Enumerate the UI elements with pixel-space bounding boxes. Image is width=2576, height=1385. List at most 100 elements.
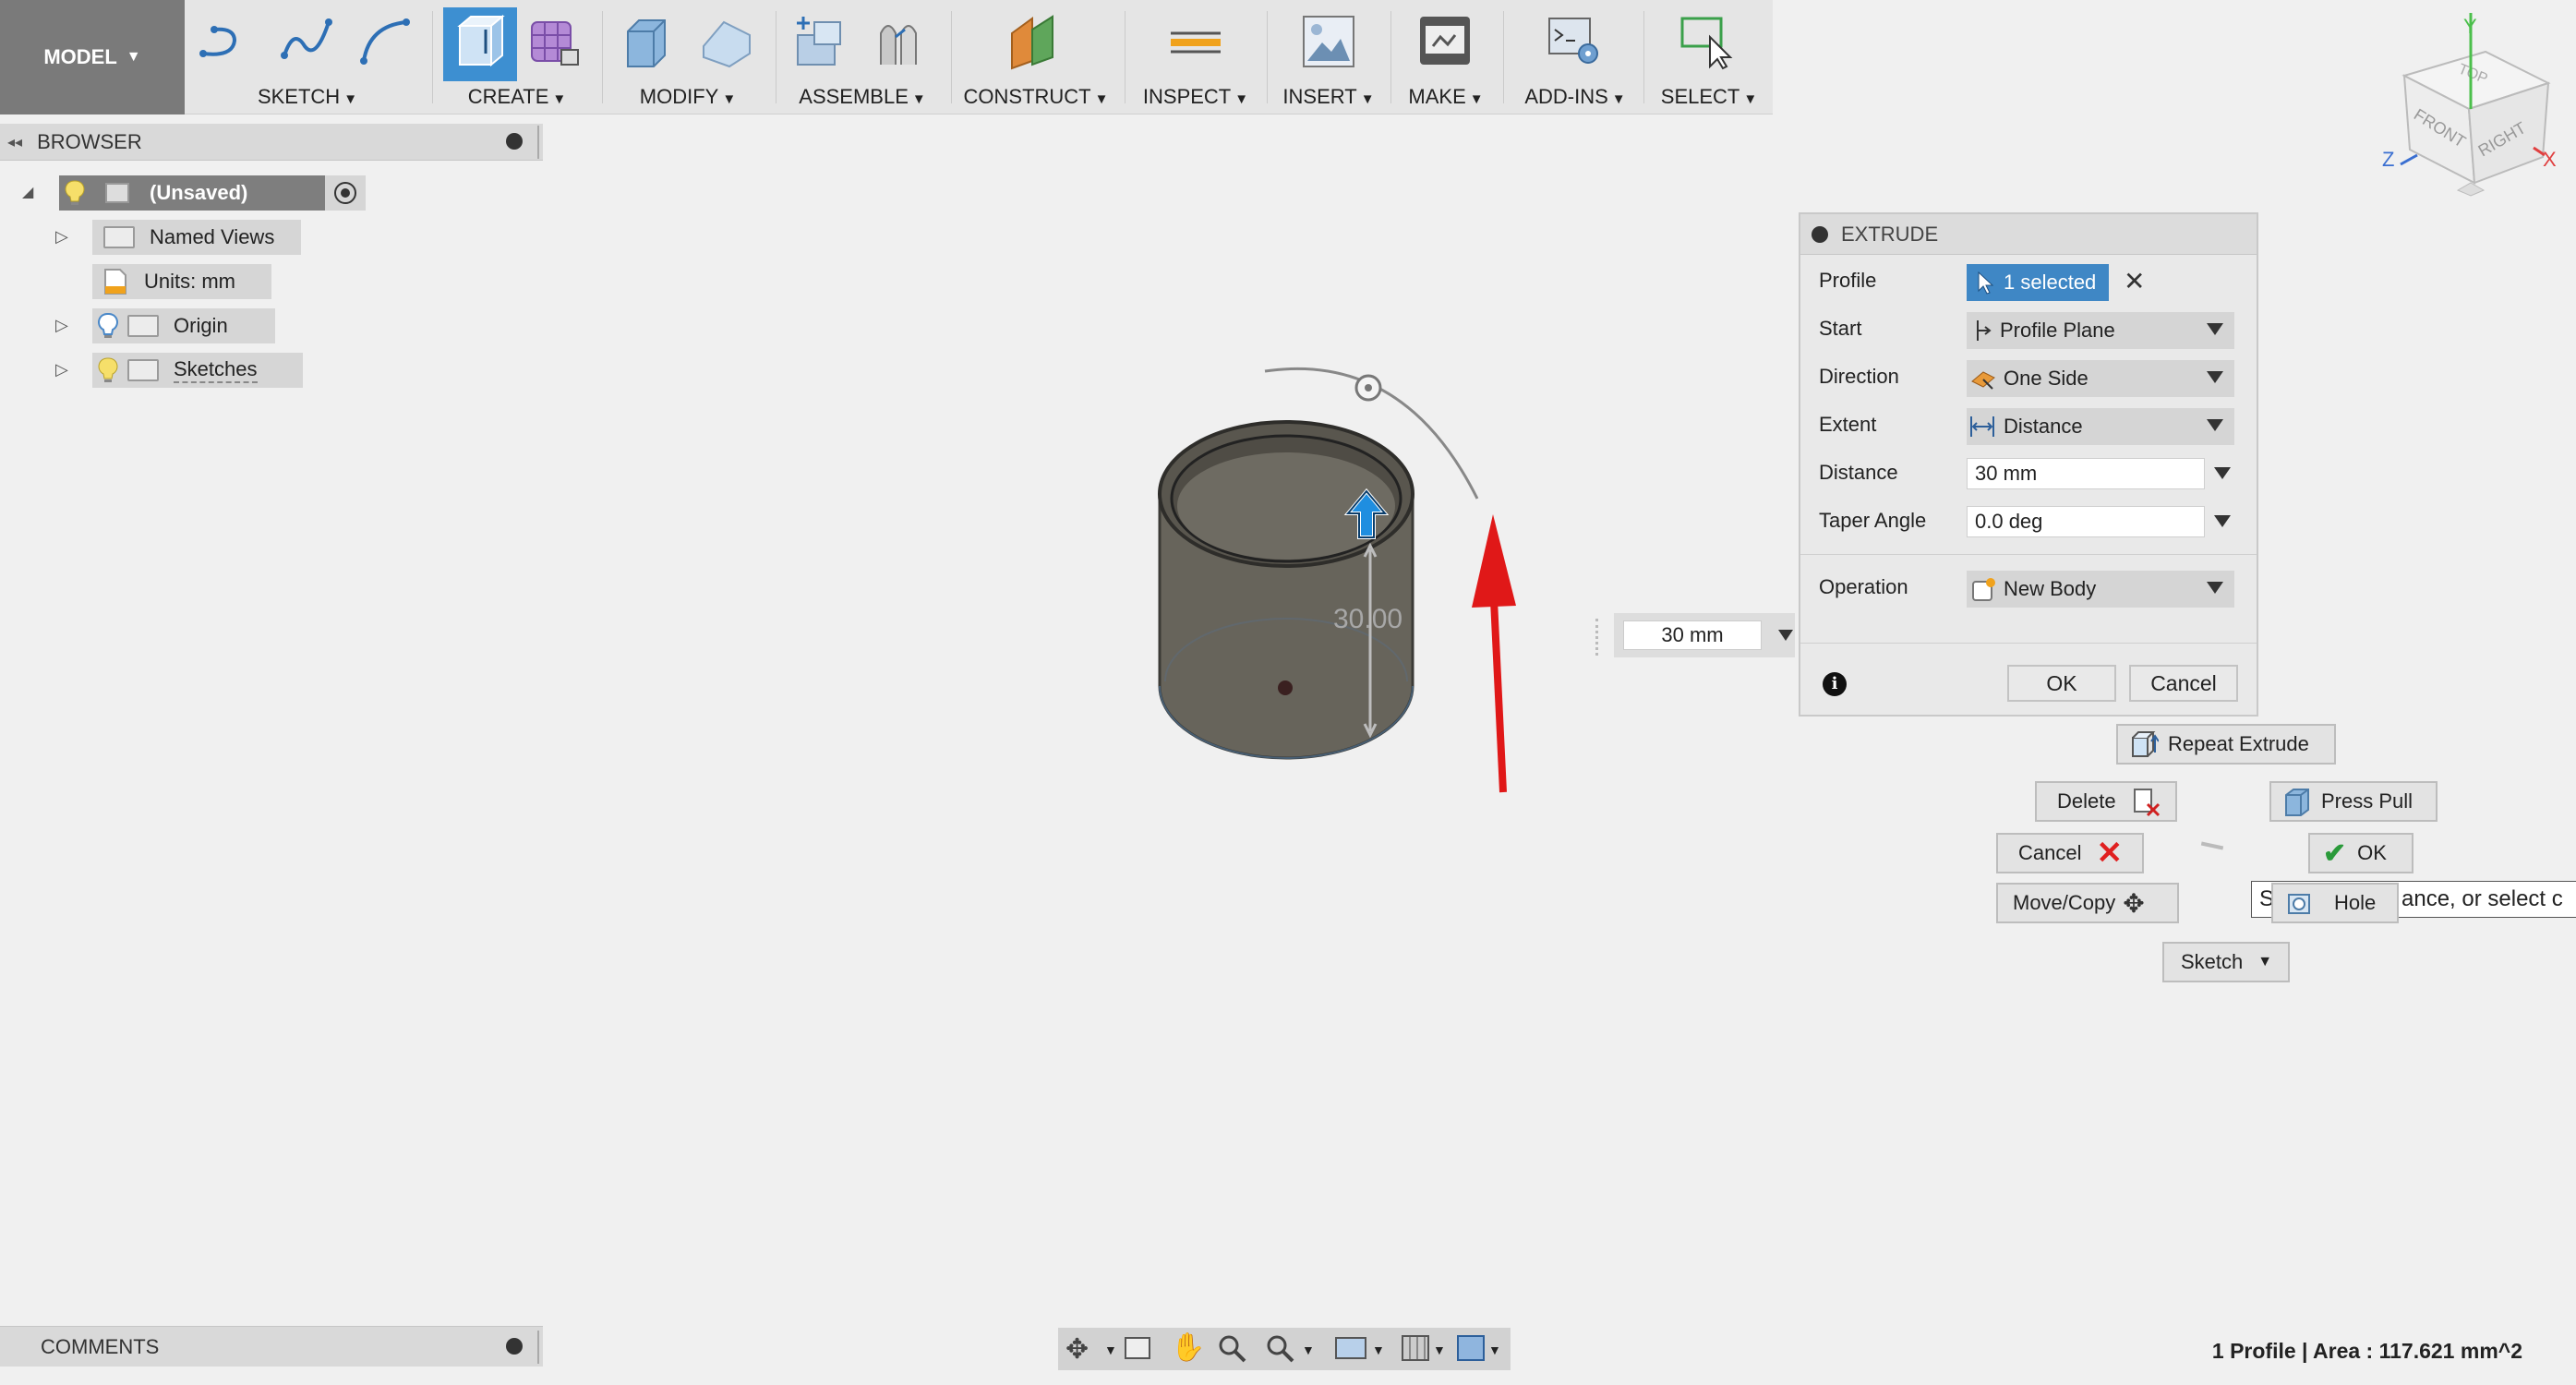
direction-value: One Side: [2004, 367, 2088, 390]
floating-distance-box: 30 mm: [1614, 613, 1795, 657]
cancel-marking-label: Cancel: [2018, 841, 2082, 864]
operation-select[interactable]: New Body: [1967, 571, 2234, 608]
chevron-down-icon[interactable]: ▼: [1488, 1343, 1501, 1357]
comments-panel-header[interactable]: COMMENTS: [0, 1326, 543, 1367]
distance-label: Distance: [1819, 461, 1898, 484]
chevron-down-icon[interactable]: [2214, 467, 2231, 479]
panel-grip[interactable]: [537, 1331, 539, 1364]
status-bar-text: 1 Profile | Area : 117.621 mm^2: [2211, 1339, 2522, 1363]
dialog-divider: [1800, 643, 2257, 644]
cancel-marking-button[interactable]: Cancel ✕: [1996, 833, 2144, 873]
move-arrows-icon: ✥: [2123, 888, 2145, 918]
chevron-down-icon: ▼: [2257, 954, 2273, 970]
y-axis-label: Y: [2463, 15, 2477, 38]
z-axis-line: [2400, 153, 2418, 166]
chevron-down-icon: [2207, 419, 2223, 431]
extent-value: Distance: [2004, 415, 2083, 438]
cylinder-body[interactable]: [1158, 420, 1414, 760]
row-distance: Distance 30 mm: [1800, 452, 2257, 493]
chevron-down-icon[interactable]: ▼: [1104, 1343, 1117, 1357]
operation-value: New Body: [2004, 577, 2097, 600]
move-copy-label: Move/Copy: [2013, 891, 2116, 914]
display-settings-icon[interactable]: [1335, 1337, 1366, 1359]
viewcube-home-icon[interactable]: [2456, 182, 2486, 197]
ok-marking-label: OK: [2357, 841, 2387, 864]
zoom-icon[interactable]: [1217, 1333, 1248, 1365]
angle-handle-dot: [1365, 384, 1372, 391]
chevron-down-icon[interactable]: ▼: [1433, 1343, 1446, 1357]
hole-button[interactable]: Hole: [2271, 883, 2399, 923]
drag-grip[interactable]: [1595, 619, 1603, 656]
extrude-dialog: EXTRUDE Profile 1 selected ✕ Start Profi…: [1799, 212, 2258, 717]
viewcube[interactable]: TOP FRONT RIGHT Y Z X: [2382, 13, 2557, 197]
sketch-marking-button[interactable]: Sketch ▼: [2162, 942, 2290, 982]
profile-value: 1 selected: [2004, 271, 2097, 294]
x-axis-label: X: [2543, 148, 2557, 171]
info-icon[interactable]: i: [1823, 672, 1847, 696]
extrude-dialog-header[interactable]: EXTRUDE: [1800, 214, 2257, 255]
start-select[interactable]: Profile Plane: [1967, 312, 2234, 349]
operation-label: Operation: [1819, 575, 1908, 598]
row-extent: Extent Distance: [1800, 404, 2257, 445]
checkmark-icon: ✔: [2323, 837, 2347, 869]
red-annotation-arrow: [1490, 599, 1507, 793]
chevron-down-icon[interactable]: [1778, 630, 1793, 641]
delete-button[interactable]: Delete: [2035, 781, 2177, 822]
comments-title: COMMENTS: [41, 1334, 160, 1358]
chevron-down-icon: [2207, 323, 2223, 335]
ok-marking-button[interactable]: ✔ OK: [2308, 833, 2413, 873]
repeat-extrude-button[interactable]: Repeat Extrude: [2116, 724, 2336, 765]
new-body-icon: [1972, 578, 1995, 601]
hole-icon: [2288, 894, 2310, 914]
row-start: Start Profile Plane: [1800, 308, 2257, 349]
repeat-extrude-label: Repeat Extrude: [2168, 732, 2309, 755]
press-pull-label: Press Pull: [2321, 789, 2413, 813]
row-profile: Profile 1 selected ✕: [1800, 260, 2257, 301]
dimension-label: 30.00: [1333, 604, 1402, 634]
fit-zoom-icon[interactable]: [1265, 1333, 1296, 1365]
grid-icon[interactable]: [1402, 1335, 1429, 1361]
chevron-down-icon[interactable]: ▼: [1302, 1343, 1315, 1357]
navigation-bar: ✥ ▼ ✋ ▼ ▼ ▼ ▼: [1058, 1328, 1511, 1370]
extent-select[interactable]: Distance: [1967, 408, 2234, 445]
row-taper: Taper Angle 0.0 deg: [1800, 500, 2257, 541]
one-side-icon: [1971, 371, 1995, 390]
ok-button[interactable]: OK: [2007, 665, 2116, 702]
dialog-title: EXTRUDE: [1841, 222, 1939, 246]
chevron-down-icon[interactable]: ▼: [1372, 1343, 1385, 1357]
hole-label: Hole: [2334, 891, 2377, 914]
profile-selection-button[interactable]: 1 selected: [1967, 264, 2109, 301]
tooltip-text: ance, or select c: [2401, 886, 2563, 911]
viewports-icon[interactable]: [1457, 1335, 1485, 1361]
dialog-divider: [1800, 554, 2257, 555]
collapse-dialog-icon[interactable]: [1812, 225, 1828, 243]
press-pull-button[interactable]: Press Pull: [2269, 781, 2438, 822]
red-arrow-head: [1472, 514, 1516, 608]
chevron-down-icon: [2207, 582, 2223, 594]
move-copy-button[interactable]: Move/Copy ✥: [1996, 883, 2179, 923]
start-label: Start: [1819, 317, 1862, 340]
chevron-down-icon[interactable]: [2214, 515, 2231, 527]
distance-input[interactable]: 30 mm: [1967, 458, 2205, 489]
delete-label: Delete: [2057, 789, 2116, 813]
expand-panel-icon[interactable]: [506, 1338, 523, 1355]
extent-label: Extent: [1819, 413, 1877, 436]
press-pull-icon: [2285, 789, 2309, 816]
pan-hand-icon[interactable]: ✋: [1171, 1331, 1205, 1364]
clear-selection-icon[interactable]: ✕: [2124, 266, 2145, 296]
direction-select[interactable]: One Side: [1967, 360, 2234, 397]
orbit-icon[interactable]: ✥: [1065, 1333, 1089, 1366]
sketch-marking-label: Sketch: [2181, 950, 2244, 973]
row-direction: Direction One Side: [1800, 356, 2257, 397]
cancel-x-icon: ✕: [2096, 836, 2123, 871]
taper-angle-input[interactable]: 0.0 deg: [1967, 506, 2205, 537]
distance-icon: [1970, 416, 1994, 437]
cancel-button[interactable]: Cancel: [2129, 665, 2238, 702]
floating-distance-input[interactable]: 30 mm: [1623, 620, 1762, 650]
taper-angle-label: Taper Angle: [1819, 509, 1927, 532]
look-at-icon[interactable]: [1125, 1337, 1150, 1359]
row-operation: Operation New Body: [1800, 567, 2257, 608]
chevron-down-icon: [2207, 371, 2223, 383]
profile-plane-icon: [1977, 320, 1992, 341]
extrude-icon: [2132, 731, 2159, 757]
